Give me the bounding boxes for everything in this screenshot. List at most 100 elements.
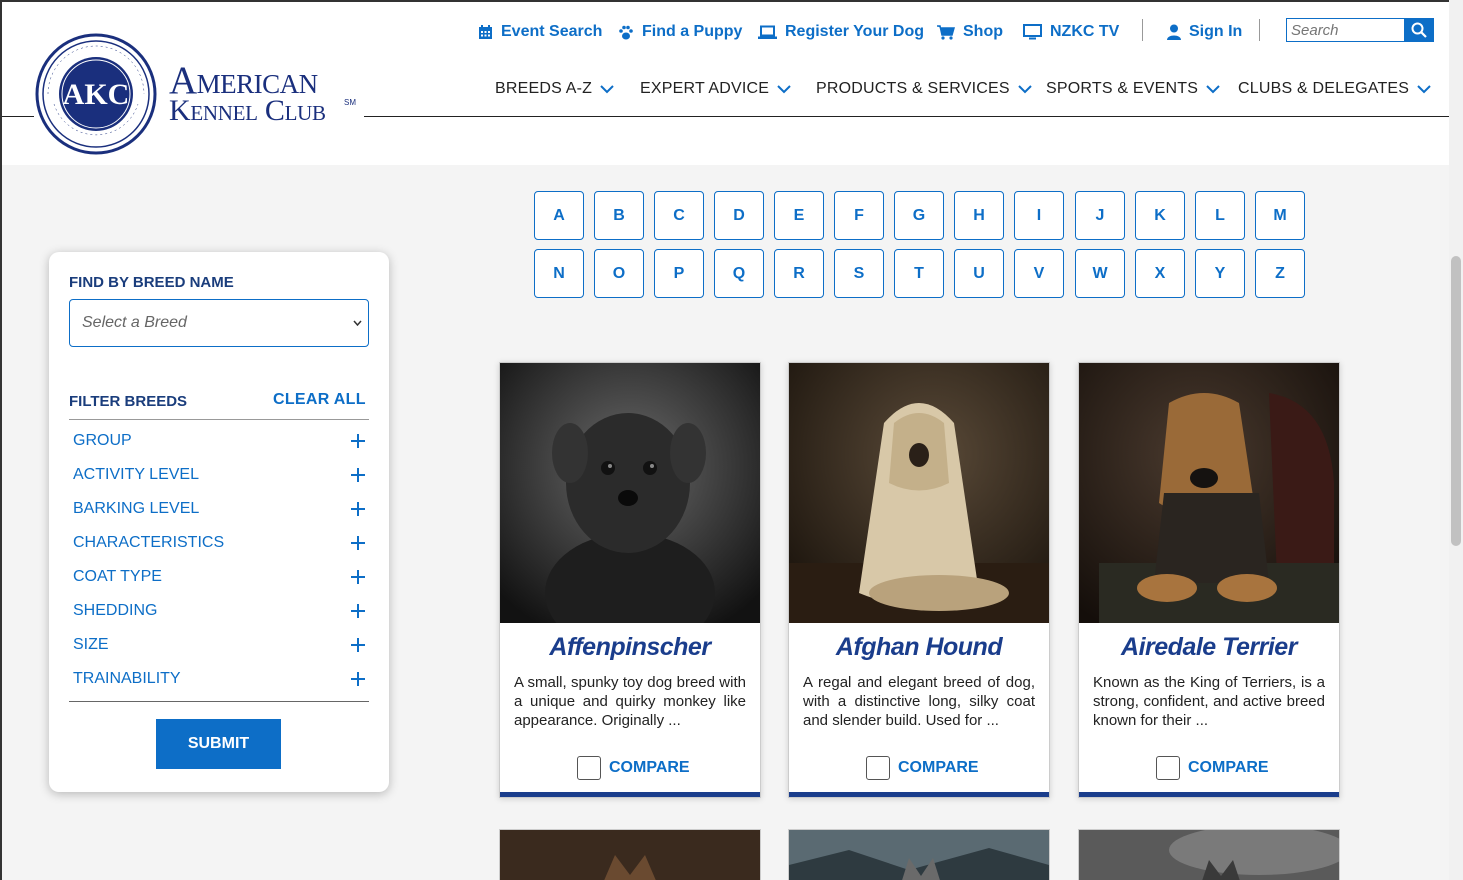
filter-size[interactable]: SIZE (73, 633, 365, 657)
divider (69, 419, 369, 420)
chevron-down-icon (1018, 84, 1032, 93)
clear-all-link[interactable]: CLEAR ALL (273, 391, 366, 409)
utility-link-shop[interactable]: Shop (937, 20, 1003, 44)
filter-breeds-title: FILTER BREEDS (69, 393, 188, 410)
breed-card[interactable]: Afghan Hound A regal and elegant breed o… (788, 362, 1050, 798)
compare-label: COMPARE (898, 759, 979, 776)
filter-shedding[interactable]: SHEDDING (73, 599, 365, 623)
cart-icon (937, 24, 955, 40)
letter-button[interactable]: X (1135, 249, 1185, 298)
breed-name[interactable]: Afghan Hound (789, 633, 1049, 662)
logo-wordmark-line2[interactable]: Kennel Club (169, 94, 326, 128)
utility-link-sign-in[interactable]: Sign In (1167, 20, 1242, 44)
breed-photo[interactable] (1079, 363, 1339, 623)
nav-clubs-delegates[interactable]: CLUBS & DELEGATES (1238, 78, 1431, 100)
compare-toggle[interactable]: COMPARE (1156, 756, 1269, 780)
breed-photo[interactable] (1079, 830, 1339, 880)
scrollbar-thumb[interactable] (1451, 256, 1461, 546)
breed-photo[interactable] (789, 363, 1049, 623)
breed-description: A small, spunky toy dog breed with a uni… (514, 674, 746, 729)
breed-card[interactable] (499, 829, 761, 880)
divider (69, 701, 369, 702)
breed-select[interactable]: Select a Breed (69, 299, 369, 347)
letter-button[interactable]: Q (714, 249, 764, 298)
search-box (1286, 18, 1434, 42)
filter-group[interactable]: GROUP (73, 429, 365, 453)
monitor-icon (1023, 24, 1042, 40)
search-input[interactable] (1287, 19, 1405, 41)
filter-trainability[interactable]: TRAINABILITY (73, 667, 365, 691)
submit-button[interactable]: SUBMIT (156, 719, 281, 769)
utility-link-find-puppy[interactable]: Find a Puppy (618, 20, 742, 44)
breed-card[interactable]: Airedale Terrier Known as the King of Te… (1078, 362, 1340, 798)
letter-button[interactable]: T (894, 249, 944, 298)
nav-label: EXPERT ADVICE (640, 80, 770, 97)
utility-link-label: NZKC TV (1050, 23, 1120, 40)
nav-products-services[interactable]: PRODUCTS & SERVICES (816, 78, 1032, 100)
plus-icon (351, 434, 365, 448)
breed-photo[interactable] (500, 363, 760, 623)
compare-toggle[interactable]: COMPARE (577, 756, 690, 780)
letter-button[interactable]: H (954, 191, 1004, 240)
nav-label: PRODUCTS & SERVICES (816, 80, 1010, 97)
letter-button[interactable]: K (1135, 191, 1185, 240)
header-divider (2, 116, 34, 117)
breed-photo[interactable] (500, 830, 760, 880)
letter-button[interactable]: C (654, 191, 704, 240)
filter-label: TRAINABILITY (73, 670, 181, 687)
letter-button[interactable]: D (714, 191, 764, 240)
breed-name[interactable]: Airedale Terrier (1079, 633, 1339, 662)
letter-button[interactable]: S (834, 249, 884, 298)
breed-card[interactable] (1078, 829, 1340, 880)
letter-button[interactable]: F (834, 191, 884, 240)
nav-sports-events[interactable]: SPORTS & EVENTS (1046, 78, 1220, 100)
nav-breeds-a-z[interactable]: BREEDS A-Z (495, 78, 614, 100)
letter-button[interactable]: E (774, 191, 824, 240)
letter-button[interactable]: R (774, 249, 824, 298)
breed-card[interactable] (788, 829, 1050, 880)
utility-link-label: Event Search (501, 23, 603, 40)
nav-expert-advice[interactable]: EXPERT ADVICE (640, 78, 791, 100)
letter-button[interactable]: N (534, 249, 584, 298)
chevron-down-icon (1206, 84, 1220, 93)
chevron-down-icon (777, 84, 791, 93)
filter-panel: FIND BY BREED NAME Select a Breed FILTER… (49, 252, 389, 792)
utility-link-event-search[interactable]: Event Search (478, 20, 602, 44)
letter-button[interactable]: W (1075, 249, 1125, 298)
letter-button[interactable]: Z (1255, 249, 1305, 298)
letter-button[interactable]: V (1014, 249, 1064, 298)
compare-toggle[interactable]: COMPARE (866, 756, 979, 780)
seal-text: AKC (63, 78, 130, 111)
compare-label: COMPARE (609, 759, 690, 776)
breed-select-placeholder: Select a Breed (82, 314, 187, 331)
filter-activity-level[interactable]: ACTIVITY LEVEL (73, 463, 365, 487)
filter-coat-type[interactable]: COAT TYPE (73, 565, 365, 589)
breed-photo[interactable] (789, 830, 1049, 880)
letter-button[interactable]: O (594, 249, 644, 298)
akc-seal-logo[interactable]: AKC (34, 32, 158, 156)
compare-checkbox[interactable] (866, 756, 890, 780)
letter-button[interactable]: A (534, 191, 584, 240)
breed-card[interactable]: Affenpinscher A small, spunky toy dog br… (499, 362, 761, 798)
letter-button[interactable]: Y (1195, 249, 1245, 298)
search-button[interactable] (1404, 18, 1434, 42)
letter-button[interactable]: P (654, 249, 704, 298)
letter-button[interactable]: G (894, 191, 944, 240)
breed-description: A regal and elegant breed of dog, with a… (803, 674, 1035, 729)
breed-name[interactable]: Affenpinscher (500, 633, 760, 662)
compare-checkbox[interactable] (577, 756, 601, 780)
letter-button[interactable]: I (1014, 191, 1064, 240)
letter-button[interactable]: B (594, 191, 644, 240)
letter-button[interactable]: J (1075, 191, 1125, 240)
letter-button[interactable]: U (954, 249, 1004, 298)
compare-checkbox[interactable] (1156, 756, 1180, 780)
letter-button[interactable]: M (1255, 191, 1305, 240)
filter-barking-level[interactable]: BARKING LEVEL (73, 497, 365, 521)
utility-link-register-dog[interactable]: Register Your Dog (758, 20, 924, 44)
plus-icon (351, 536, 365, 550)
utility-link-nzkc-tv[interactable]: NZKC TV (1023, 20, 1119, 44)
filter-characteristics[interactable]: CHARACTERISTICS (73, 531, 365, 555)
plus-icon (351, 468, 365, 482)
letter-button[interactable]: L (1195, 191, 1245, 240)
chevron-down-icon (353, 320, 362, 326)
